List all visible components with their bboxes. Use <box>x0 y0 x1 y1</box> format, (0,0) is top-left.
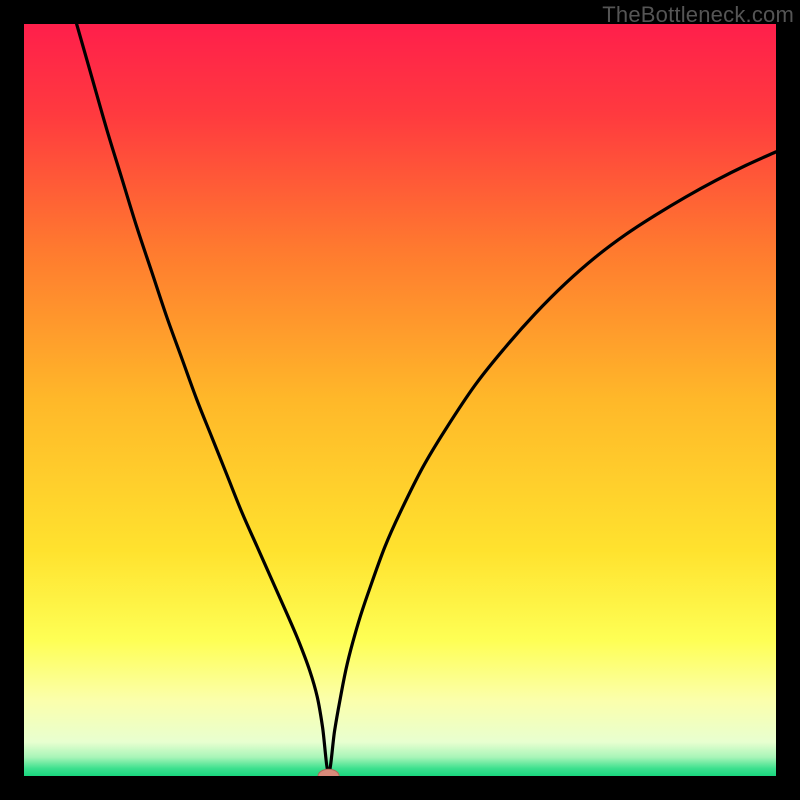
chart-svg <box>24 24 776 776</box>
watermark-text: TheBottleneck.com <box>602 2 794 28</box>
gradient-background <box>24 24 776 776</box>
chart-frame: TheBottleneck.com <box>0 0 800 800</box>
plot-area <box>24 24 776 776</box>
